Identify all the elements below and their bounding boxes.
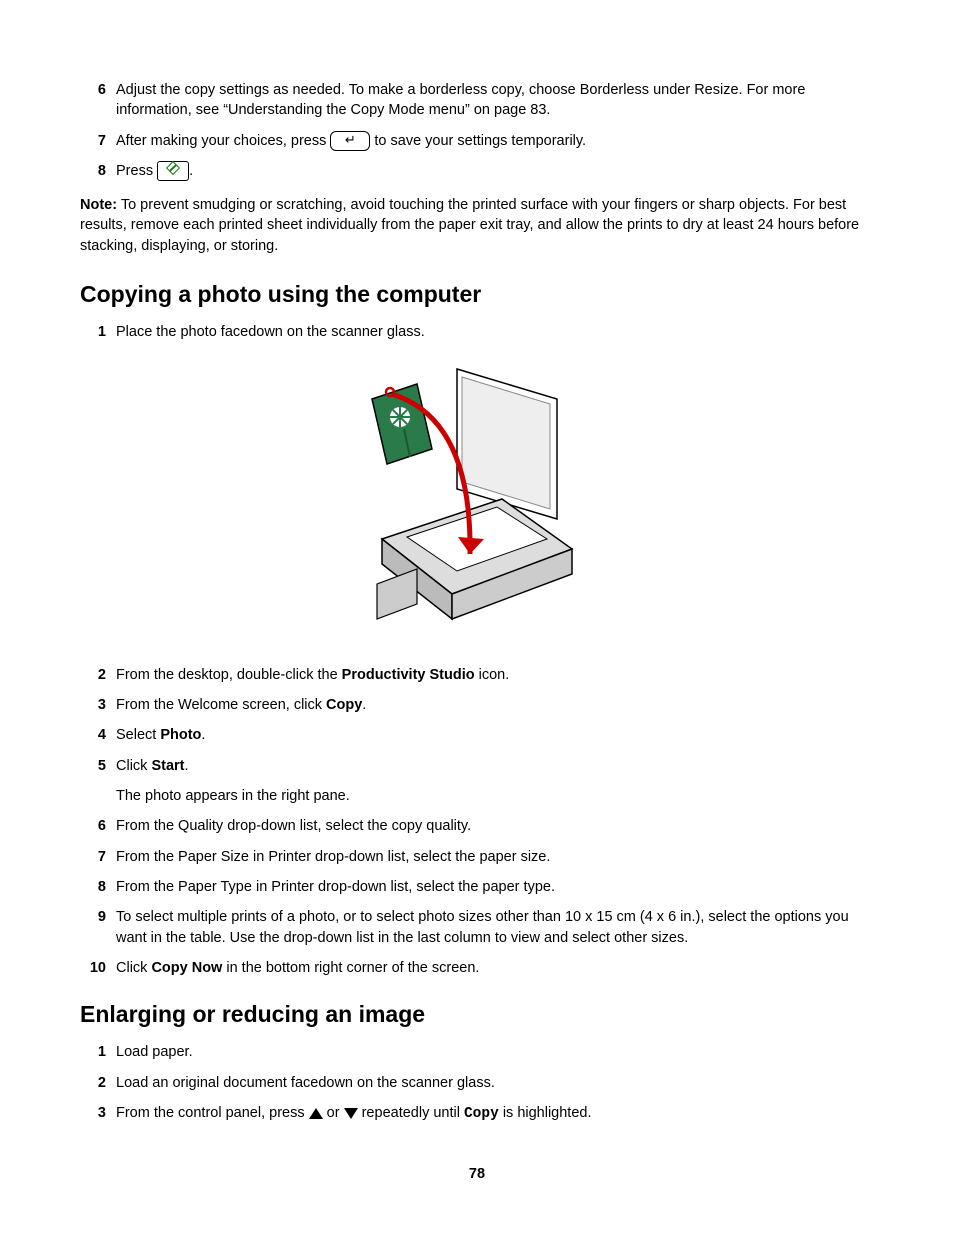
step-6-top: 6 Adjust the copy settings as needed. To… <box>80 80 874 121</box>
copy-step-9: 9 To select multiple prints of a photo, … <box>80 907 874 948</box>
page-number: 78 <box>80 1164 874 1184</box>
step-text: Place the photo facedown on the scanner … <box>116 322 874 342</box>
step-text: To select multiple prints of a photo, or… <box>116 907 874 948</box>
arrow-down-icon <box>344 1108 358 1119</box>
step-number: 8 <box>80 877 116 897</box>
step-number: 2 <box>80 665 116 685</box>
step-text: Click Copy Now in the bottom right corne… <box>116 958 874 978</box>
text-fragment: From the desktop, double-click the <box>116 667 342 683</box>
enlarge-step-1: 1 Load paper. <box>80 1042 874 1062</box>
step-text: From the Paper Size in Printer drop-down… <box>116 847 874 867</box>
step-number: 8 <box>80 161 116 181</box>
text-fragment: . <box>185 758 189 774</box>
copy-step-5: 5 Click Start. <box>80 756 874 776</box>
mono-fragment: Copy <box>464 1106 499 1122</box>
copy-step-10: 10 Click Copy Now in the bottom right co… <box>80 958 874 978</box>
step-7-top: 7 After making your choices, press ↵ to … <box>80 131 874 151</box>
start-button-icon <box>157 161 189 181</box>
step-text: From the Quality drop-down list, select … <box>116 816 874 836</box>
text-fragment: Select <box>116 727 160 743</box>
scanner-svg-icon <box>362 359 592 639</box>
text-fragment: Click <box>116 960 151 976</box>
bold-fragment: Start <box>151 758 184 774</box>
step-number: 6 <box>80 816 116 836</box>
copy-step-3: 3 From the Welcome screen, click Copy. <box>80 695 874 715</box>
text-fragment: Click <box>116 758 151 774</box>
step-text: Load an original document facedown on th… <box>116 1073 874 1093</box>
text-fragment: Press <box>116 163 157 179</box>
step-number: 4 <box>80 725 116 745</box>
step-text: Select Photo. <box>116 725 874 745</box>
text-fragment: . <box>201 727 205 743</box>
bold-fragment: Productivity Studio <box>342 667 475 683</box>
back-button-icon: ↵ <box>330 131 370 151</box>
copy-step-4: 4 Select Photo. <box>80 725 874 745</box>
step-text: Load paper. <box>116 1042 874 1062</box>
copy-step-8: 8 From the Paper Type in Printer drop-do… <box>80 877 874 897</box>
enlarge-step-3: 3 From the control panel, press or repea… <box>80 1103 874 1124</box>
text-fragment: is highlighted. <box>499 1105 592 1121</box>
text-fragment: in the bottom right corner of the screen… <box>222 960 479 976</box>
step-number: 1 <box>80 322 116 342</box>
step-number: 6 <box>80 80 116 121</box>
enlarge-step-2: 2 Load an original document facedown on … <box>80 1073 874 1093</box>
text-fragment: to save your settings temporarily. <box>370 133 586 149</box>
text-fragment: . <box>189 163 193 179</box>
text-fragment: icon. <box>475 667 510 683</box>
heading-enlarging-reducing: Enlarging or reducing an image <box>80 998 874 1030</box>
step-number: 5 <box>80 756 116 776</box>
text-fragment: From the Welcome screen, click <box>116 697 326 713</box>
note-text: To prevent smudging or scratching, avoid… <box>80 197 859 254</box>
bold-fragment: Copy Now <box>151 960 222 976</box>
bold-fragment: Copy <box>326 697 362 713</box>
step-number: 2 <box>80 1073 116 1093</box>
copy-step-5-sub: The photo appears in the right pane. <box>116 786 874 806</box>
copy-step-2: 2 From the desktop, double-click the Pro… <box>80 665 874 685</box>
step-number: 3 <box>80 1103 116 1124</box>
text-fragment: repeatedly until <box>358 1105 464 1121</box>
step-text: Click Start. <box>116 756 874 776</box>
step-number: 3 <box>80 695 116 715</box>
bold-fragment: Photo <box>160 727 201 743</box>
copy-step-7: 7 From the Paper Size in Printer drop-do… <box>80 847 874 867</box>
copy-step-1: 1 Place the photo facedown on the scanne… <box>80 322 874 342</box>
text-fragment: or <box>323 1105 344 1121</box>
step-number: 1 <box>80 1042 116 1062</box>
step-number: 7 <box>80 847 116 867</box>
step-text: From the desktop, double-click the Produ… <box>116 665 874 685</box>
copy-step-6: 6 From the Quality drop-down list, selec… <box>80 816 874 836</box>
heading-copying-photo: Copying a photo using the computer <box>80 278 874 310</box>
step-text: From the Welcome screen, click Copy. <box>116 695 874 715</box>
step-number: 10 <box>80 958 116 978</box>
text-fragment: From the control panel, press <box>116 1105 309 1121</box>
text-fragment: . <box>362 697 366 713</box>
step-number: 9 <box>80 907 116 948</box>
step-text: After making your choices, press ↵ to sa… <box>116 131 874 151</box>
step-text: Adjust the copy settings as needed. To m… <box>116 80 874 121</box>
arrow-up-icon <box>309 1108 323 1119</box>
scanner-illustration <box>80 359 874 645</box>
note-paragraph: Note: To prevent smudging or scratching,… <box>80 195 874 256</box>
step-number: 7 <box>80 131 116 151</box>
step-text: From the control panel, press or repeate… <box>116 1103 874 1124</box>
text-fragment: After making your choices, press <box>116 133 330 149</box>
step-text: From the Paper Type in Printer drop-down… <box>116 877 874 897</box>
step-text: Press . <box>116 161 874 181</box>
note-label: Note: <box>80 197 117 213</box>
step-8-top: 8 Press . <box>80 161 874 181</box>
